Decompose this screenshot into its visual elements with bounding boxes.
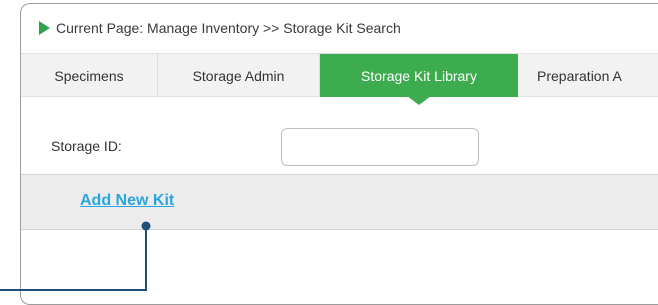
breadcrumb: Current Page: Manage Inventory >> Storag… xyxy=(39,18,401,38)
breadcrumb-text: Current Page: Manage Inventory >> Storag… xyxy=(56,20,401,36)
active-tab-pointer xyxy=(407,96,431,105)
tab-bar: Specimens Storage Admin Storage Kit Libr… xyxy=(21,53,658,97)
storage-id-label: Storage ID: xyxy=(51,138,122,154)
tab-storage-kit-library[interactable]: Storage Kit Library xyxy=(320,54,518,97)
screenshot-stage: Current Page: Manage Inventory >> Storag… xyxy=(0,0,658,305)
tab-storage-admin[interactable]: Storage Admin xyxy=(158,54,320,97)
tab-preparation[interactable]: Preparation A xyxy=(518,54,658,97)
play-arrow-icon xyxy=(39,21,50,35)
add-new-kit-link[interactable]: Add New Kit xyxy=(80,192,174,210)
tab-specimens[interactable]: Specimens xyxy=(21,54,158,97)
storage-id-input[interactable] xyxy=(281,128,479,166)
app-frame: Current Page: Manage Inventory >> Storag… xyxy=(20,3,658,305)
add-kit-row: Add New Kit xyxy=(21,174,658,230)
